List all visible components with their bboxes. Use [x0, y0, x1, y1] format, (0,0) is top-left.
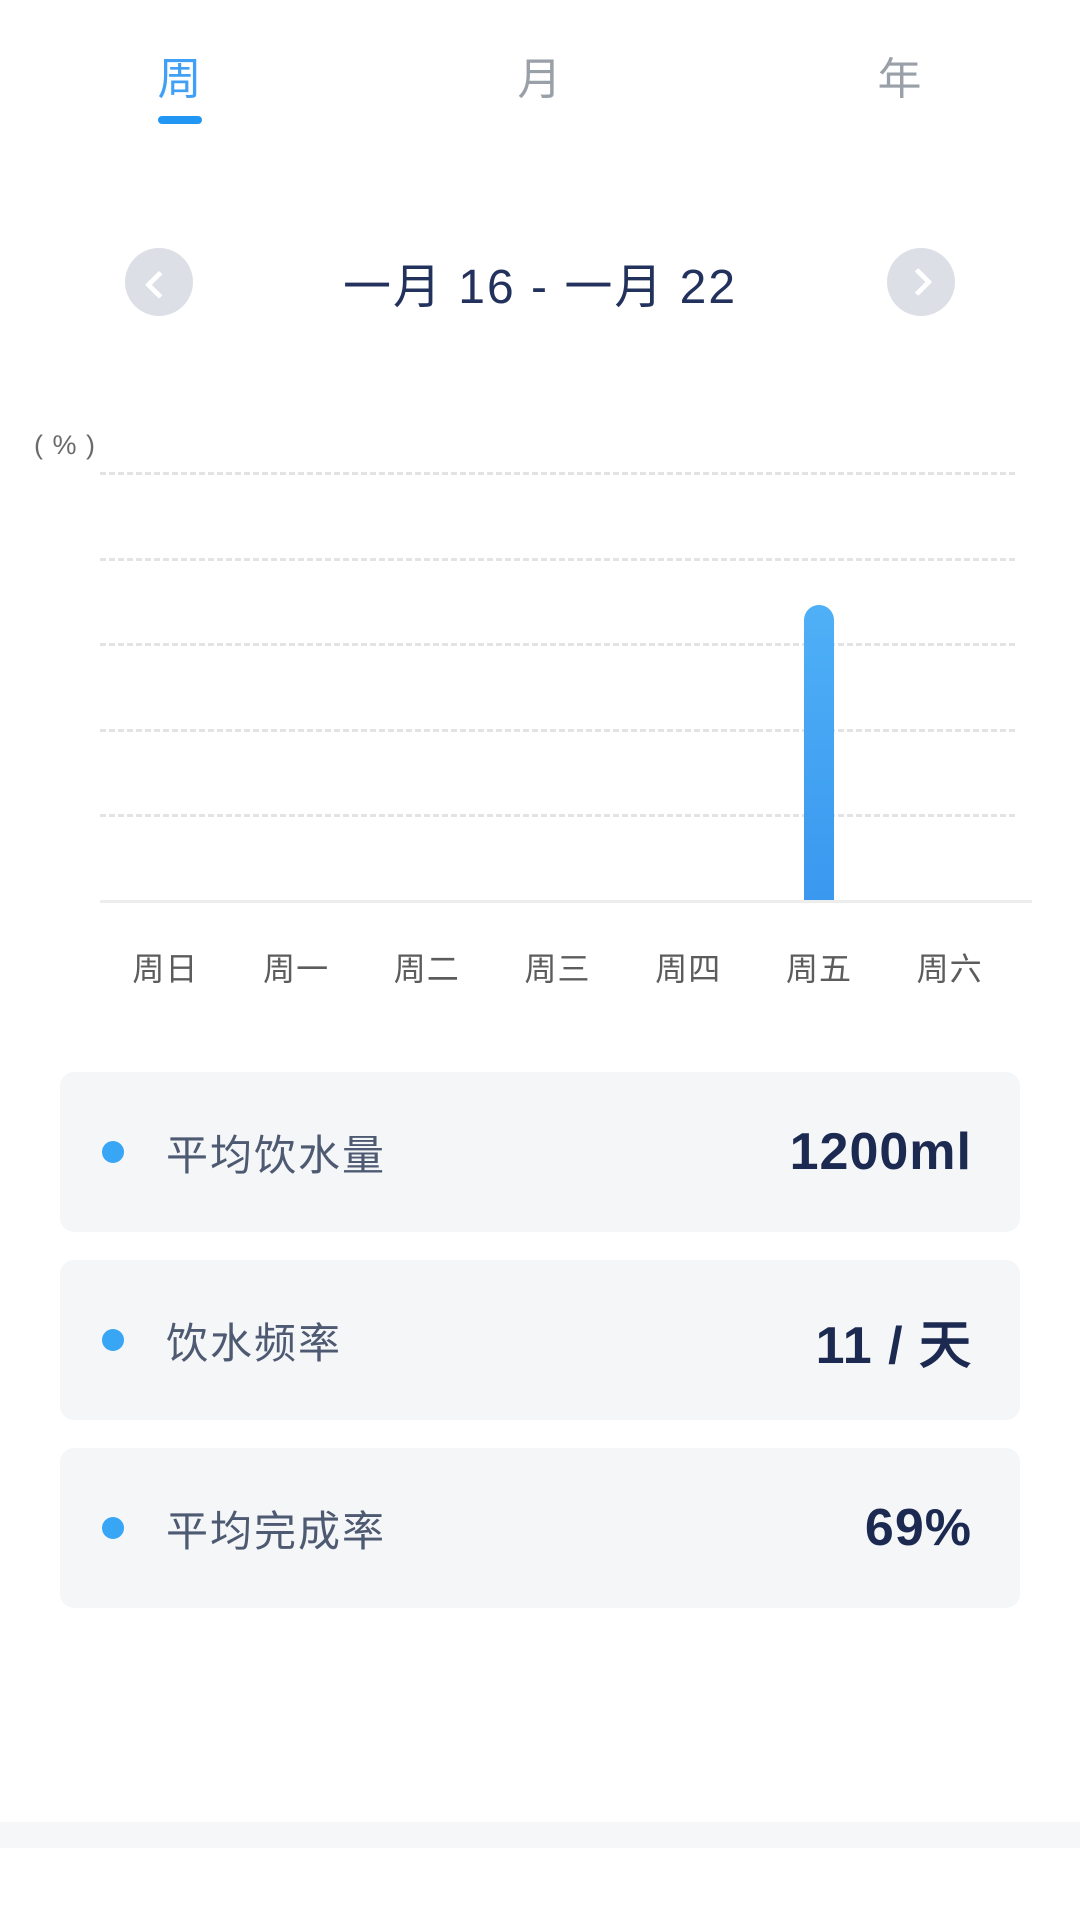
- x-axis-tick-label: 周二: [393, 951, 460, 987]
- chart-bar-slot[interactable]: [361, 472, 492, 900]
- date-range-nav: 一月 16 - 一月 22: [0, 238, 1080, 326]
- stat-label: 平均完成率: [166, 1507, 387, 1555]
- chart-bar-slot[interactable]: [884, 472, 1015, 900]
- x-axis-tick-label: 周四: [655, 951, 722, 987]
- chart-x-axis-labels: 周日 周一 周二 周三 周四 周五 周六: [100, 944, 1015, 990]
- completion-rate-bar-chart: ( % ) 100806040200 周日周一周二周三周四周五周六: [0, 420, 1080, 1020]
- tab-active-underline: [158, 116, 202, 124]
- chart-bars: [100, 472, 1015, 900]
- chart-baseline: [100, 900, 1032, 903]
- chevron-left-icon: [144, 270, 174, 299]
- stat-value: 1200ml: [789, 1123, 972, 1181]
- stat-card-average-intake[interactable]: 平均饮水量 1200ml: [60, 1072, 1020, 1232]
- stat-value: 69%: [864, 1499, 972, 1557]
- tab-week[interactable]: 周: [0, 0, 360, 160]
- stats-screen: 周 月 年 一月 16 - 一月 22 ( % ) 100806040200 周…: [0, 0, 1080, 1920]
- stat-card-average-completion[interactable]: 平均完成率 69%: [60, 1448, 1020, 1608]
- next-period-button[interactable]: [887, 248, 955, 316]
- x-axis-tick-label: 周一: [263, 951, 330, 987]
- stat-value: 11 / 天: [815, 1316, 972, 1375]
- chart-bar-slot[interactable]: [623, 472, 754, 900]
- x-axis-tick-label: 周五: [785, 951, 852, 987]
- chevron-right-icon: [904, 267, 933, 297]
- chart-bar-slot[interactable]: [754, 472, 885, 900]
- blue-dot-icon: [102, 1141, 124, 1163]
- blue-dot-icon: [102, 1517, 124, 1539]
- chart-bar[interactable]: [803, 604, 834, 900]
- stat-card-drink-frequency[interactable]: 饮水频率 11 / 天: [60, 1260, 1020, 1420]
- x-axis-tick-label: 周日: [132, 951, 199, 987]
- tab-week-label: 周: [157, 55, 203, 104]
- x-axis-tick-label: 周三: [524, 951, 591, 987]
- period-tabbar: 周 月 年: [0, 0, 1080, 160]
- y-axis-unit-label: ( % ): [34, 430, 96, 460]
- bottom-divider-band: [0, 1822, 1080, 1848]
- stat-label: 平均饮水量: [166, 1131, 387, 1179]
- chart-bar-slot[interactable]: [100, 472, 231, 900]
- tab-month-label: 月: [517, 55, 563, 104]
- stat-card-list: 平均饮水量 1200ml 饮水频率 11 / 天 平均完成率 69%: [60, 1072, 1020, 1636]
- date-range-label: 一月 16 - 一月 22: [342, 261, 738, 314]
- x-axis-tick-label: 周六: [916, 951, 983, 987]
- tab-year-label: 年: [877, 55, 923, 104]
- stat-label: 饮水频率: [166, 1319, 343, 1367]
- chart-bar-slot[interactable]: [231, 472, 362, 900]
- tab-month[interactable]: 月: [360, 0, 720, 160]
- previous-period-button[interactable]: [125, 248, 193, 316]
- tab-year[interactable]: 年: [720, 0, 1080, 160]
- blue-dot-icon: [102, 1329, 124, 1351]
- chart-bar-slot[interactable]: [492, 472, 623, 900]
